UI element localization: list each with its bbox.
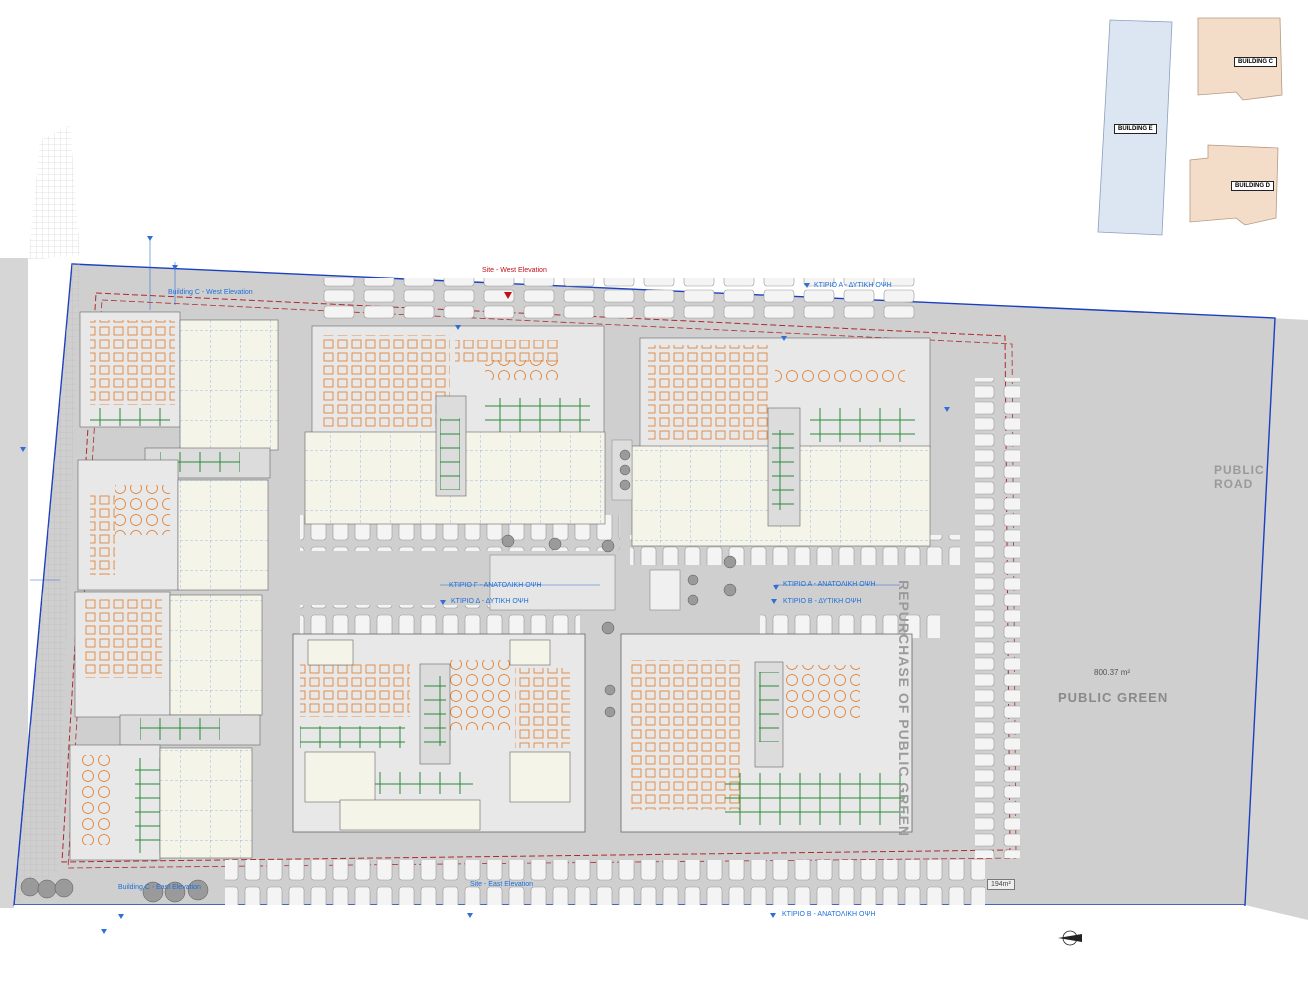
ktirio-b-east-label: ΚΤΙΡΙΟ Β - ΑΝΑΤΟΛΙΚΗ ΟΨΗ bbox=[782, 911, 876, 918]
building-c-tag: BUILDING C bbox=[1234, 57, 1277, 67]
public-road-label: PUBLIC ROAD bbox=[1214, 463, 1265, 491]
repurchase-public-green-label: REPURCHASE OF PUBLIC GREEN bbox=[896, 580, 912, 838]
building-e-tag: BUILDING E bbox=[1114, 124, 1157, 134]
site-west-elevation-label: Site - West Elevation bbox=[482, 267, 547, 274]
site-east-elevation-label: Site - East Elevation bbox=[470, 881, 534, 888]
ktirio-g-east-label: ΚΤΙΡΙΟ Γ - ΑΝΑΤΟΛΙΚΗ ΟΨΗ bbox=[449, 582, 542, 589]
building-c-west-elevation-label: Building C - West Elevation bbox=[168, 289, 253, 296]
building-c-east-elevation-label: Building C - East Elevation bbox=[118, 884, 201, 891]
small-area-label: 194m² bbox=[987, 879, 1015, 890]
ktirio-b-west-label: ΚΤΙΡΙΟ Β - ΔΥΤΙΚΗ ΟΨΗ bbox=[783, 598, 862, 605]
building-d-tag: BUILDING D bbox=[1231, 181, 1274, 191]
ktirio-a-west-label: ΚΤΙΡΙΟ Α - ΔΥΤΙΚΗ ΟΨΗ bbox=[814, 282, 892, 289]
site-plan bbox=[0, 17, 1308, 946]
ktirio-a-east-label: ΚΤΙΡΙΟ Α - ΑΝΑΤΟΛΙΚΗ ΟΨΗ bbox=[783, 581, 876, 588]
north-arrow-icon bbox=[1058, 930, 1082, 946]
public-green-area-label: 800.37 m² bbox=[1094, 668, 1131, 677]
ktirio-d-west-label: ΚΤΙΡΙΟ Δ - ΔΥΤΙΚΗ ΟΨΗ bbox=[451, 598, 529, 605]
public-green-label: PUBLIC GREEN bbox=[1058, 690, 1169, 705]
